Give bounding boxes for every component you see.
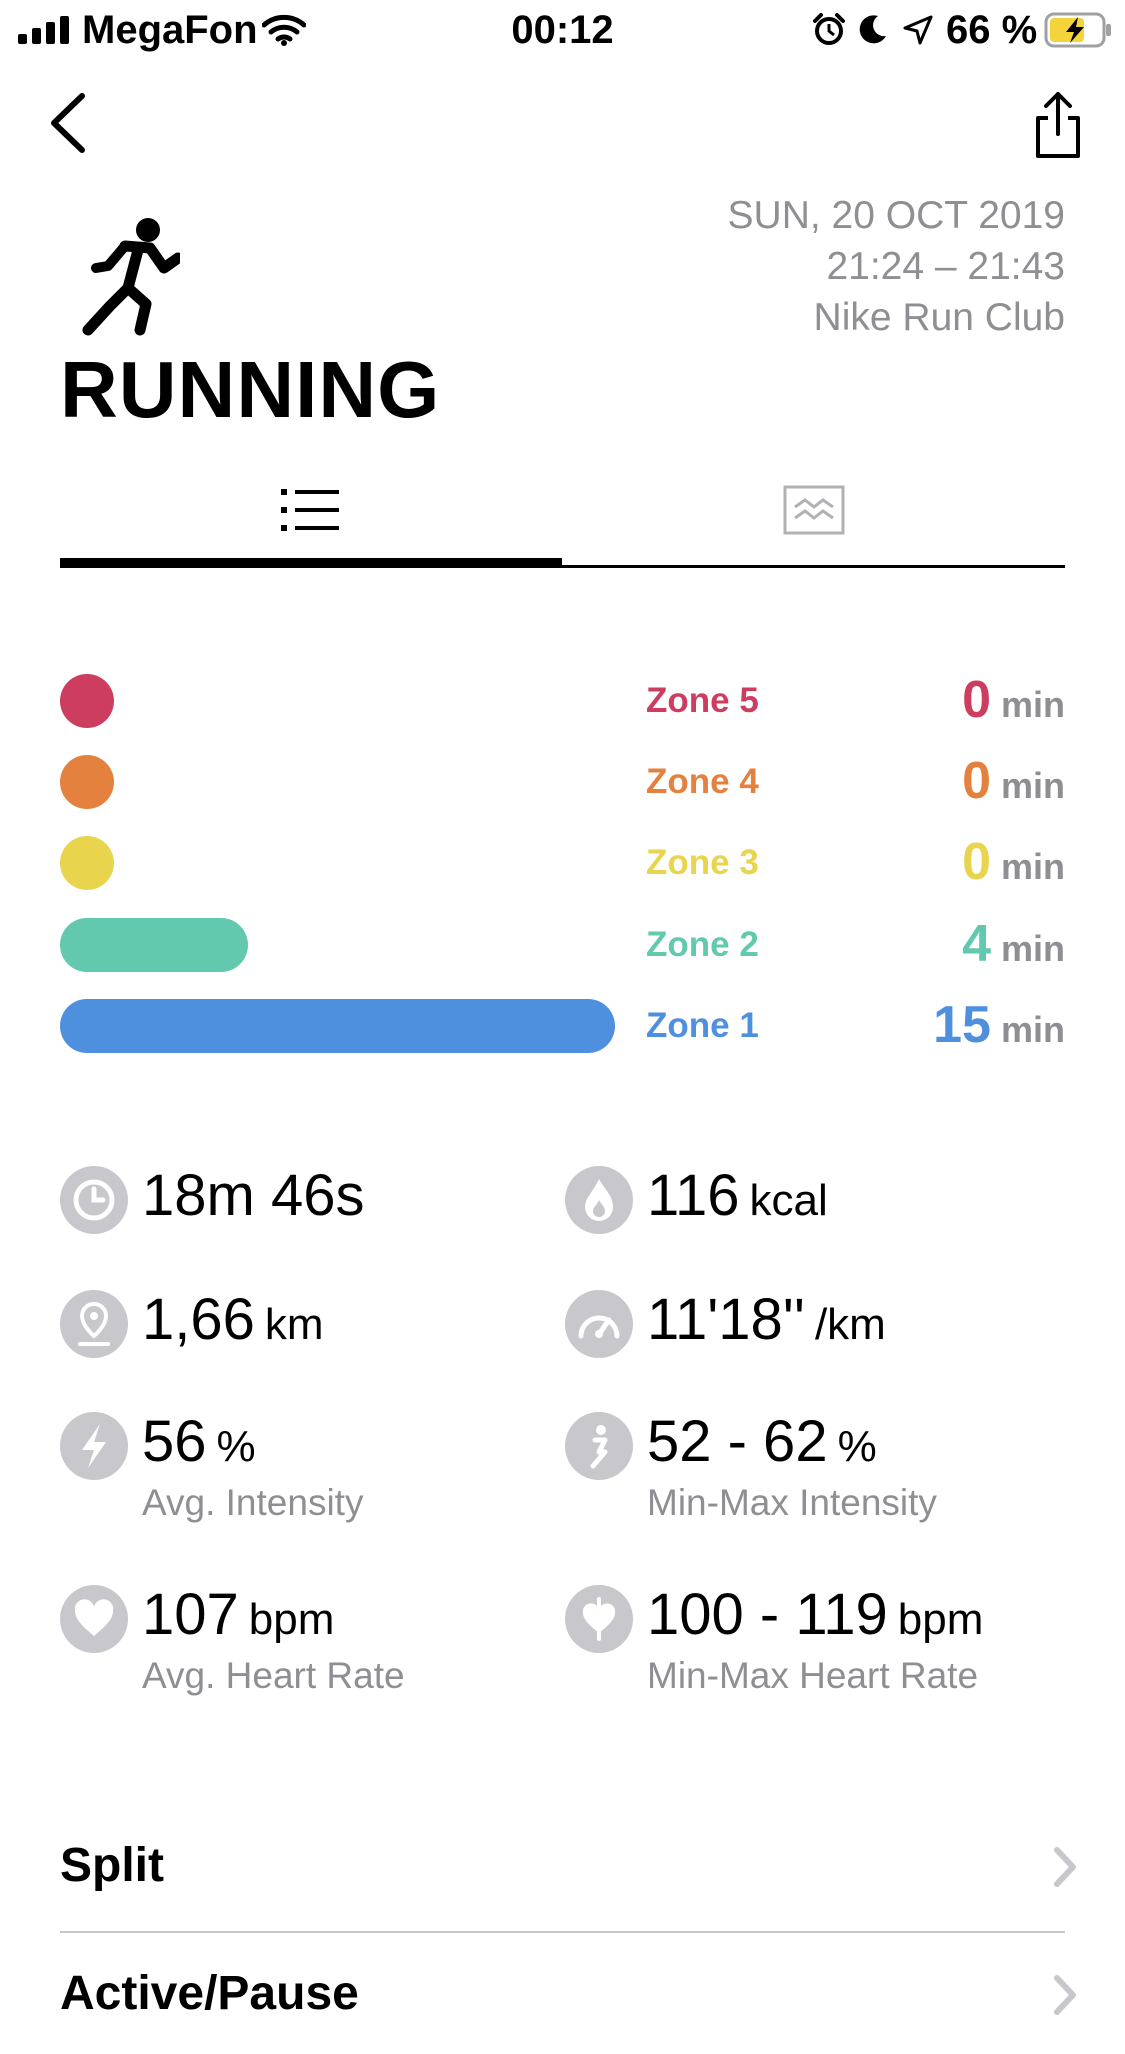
zone-value: 0 min (962, 834, 1065, 903)
stat-value: 56 (142, 1409, 207, 1474)
heart-icon (60, 1585, 128, 1653)
stat-value: 52 - 62 (647, 1409, 828, 1474)
zone-label: Zone 1 (646, 1006, 759, 1045)
zone-row: Zone 4 0 min (60, 753, 1065, 811)
stat-label: Avg. Heart Rate (142, 1655, 405, 1696)
zone-value: 0 min (962, 672, 1065, 741)
location-arrow-icon (903, 15, 933, 45)
zone-row: Zone 3 0 min (60, 834, 1065, 892)
zone-bar (60, 674, 114, 728)
battery-percent: 66 % (946, 8, 1038, 52)
split-row[interactable]: Split (60, 1808, 1076, 1928)
zone-bar (60, 836, 114, 890)
zone-value: 15 min (933, 997, 1065, 1066)
page-title: RUNNING (60, 345, 441, 434)
heart-range-icon (565, 1585, 633, 1653)
share-button[interactable] (1030, 90, 1086, 162)
chevron-right-icon (1054, 1975, 1076, 2015)
zone-unit: min (1000, 1009, 1065, 1050)
zone-value: 0 min (962, 753, 1065, 822)
zone-minutes: 0 (962, 671, 991, 729)
tab-chart[interactable] (563, 460, 1065, 560)
zone-minutes: 15 (933, 996, 991, 1054)
zone-row: Zone 1 15 min (60, 997, 1065, 1055)
workout-date: SUN, 20 OCT 2019 (727, 194, 1065, 237)
zone-row: Zone 2 4 min (60, 916, 1065, 974)
zone-label: Zone 5 (646, 681, 759, 720)
stat-label: Min-Max Heart Rate (647, 1655, 979, 1696)
flame-icon (565, 1166, 633, 1234)
zone-unit: min (1000, 846, 1065, 887)
stat-unit: % (837, 1422, 877, 1471)
speedometer-icon (565, 1290, 633, 1358)
zone-minutes: 4 (962, 915, 991, 973)
zone-label: Zone 3 (646, 843, 759, 882)
stat-unit: /km (814, 1300, 886, 1349)
clock-icon (60, 1166, 128, 1234)
stat-value: 1,66 (142, 1287, 255, 1352)
stat-label: Min-Max Intensity (647, 1482, 937, 1523)
workout-info: SUN, 20 OCT 2019 21:24 – 21:43 Nike Run … (728, 190, 1065, 343)
status-bar: MegaFon 00:12 66 % (0, 0, 1125, 60)
zone-unit: min (1000, 684, 1065, 725)
alarm-icon (813, 13, 845, 45)
active-pause-label: Active/Pause (60, 1967, 359, 2020)
tab-list[interactable] (60, 460, 562, 560)
back-button[interactable] (44, 88, 90, 158)
tab-active-indicator (60, 558, 562, 568)
zone-value: 4 min (962, 916, 1065, 985)
zone-unit: min (1000, 928, 1065, 969)
list-icon (281, 489, 339, 531)
stat-value: 116 (647, 1163, 740, 1228)
stat-unit: kcal (749, 1176, 828, 1225)
stat-value: 11'18'' (647, 1287, 805, 1352)
zone-label: Zone 4 (646, 762, 759, 801)
lightning-icon (60, 1412, 128, 1480)
intensity-range-icon (565, 1412, 633, 1480)
chart-icon (783, 485, 845, 535)
battery-charging-icon (1044, 12, 1111, 48)
list-divider (60, 1931, 1065, 1933)
view-tabs (60, 460, 1065, 568)
running-person-icon (82, 218, 180, 336)
stat-value: 107 (142, 1582, 239, 1647)
stat-label: Avg. Intensity (142, 1482, 364, 1523)
stat-unit: % (216, 1422, 256, 1471)
location-pin-icon (60, 1290, 128, 1358)
stat-unit: km (264, 1300, 324, 1349)
chevron-right-icon (1054, 1847, 1076, 1887)
zone-bar (60, 999, 615, 1053)
zone-row: Zone 5 0 min (60, 672, 1065, 730)
zone-minutes: 0 (962, 752, 991, 810)
zone-unit: min (1000, 765, 1065, 806)
split-label: Split (60, 1839, 164, 1892)
active-pause-row[interactable]: Active/Pause (60, 1934, 1076, 2054)
stat-value: 100 - 119 (647, 1582, 888, 1647)
workout-source: Nike Run Club (813, 296, 1065, 339)
zone-minutes: 0 (962, 833, 991, 891)
zone-label: Zone 2 (646, 925, 759, 964)
zone-bar (60, 918, 248, 972)
stat-value: 18m 46s (142, 1163, 365, 1228)
stat-unit: bpm (248, 1595, 335, 1644)
zone-bar (60, 755, 114, 809)
workout-time-range: 21:24 – 21:43 (826, 245, 1065, 288)
moon-icon (859, 15, 886, 44)
stat-unit: bpm (897, 1595, 984, 1644)
